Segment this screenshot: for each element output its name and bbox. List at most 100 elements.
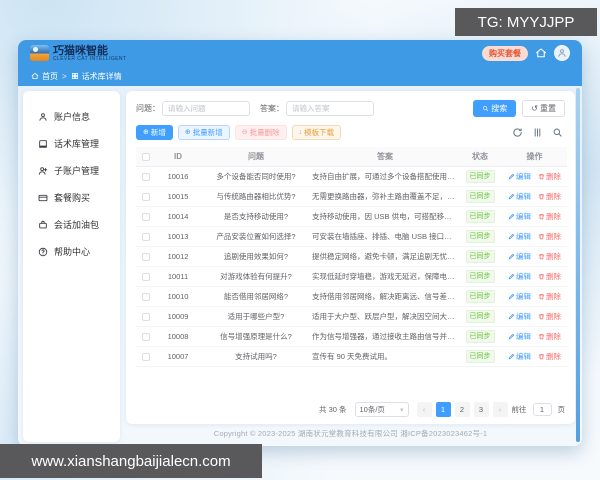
- table-row: 10010 能否借用邻居网络? 支持借用邻居网络，解决距离远、信号差的联... …: [136, 286, 567, 307]
- filter-bar: 问题： 答案： 搜索 ↺ 重置: [136, 100, 565, 117]
- row-checkbox[interactable]: [142, 232, 150, 241]
- row-checkbox[interactable]: [142, 192, 150, 201]
- prev-page-button[interactable]: ‹: [416, 402, 432, 417]
- delete-button[interactable]: 删除: [538, 311, 561, 322]
- page-button-2[interactable]: 2: [454, 402, 470, 417]
- pencil-icon: [508, 233, 515, 239]
- page-button-3[interactable]: 3: [473, 402, 489, 417]
- goto-page-input[interactable]: [532, 403, 552, 416]
- sidebar-item-script-library[interactable]: 话术库管理: [23, 130, 120, 157]
- answer-input[interactable]: [286, 101, 374, 116]
- cell-answer: 无需更换路由器，弥补主路由覆盖不足，即插...: [312, 186, 458, 207]
- row-checkbox[interactable]: [142, 312, 150, 321]
- table-toolbar: ⊕ 新增 ⊕ 批量新增 ⊖ 批量删除 ↓ 模板下载: [136, 125, 565, 140]
- row-checkbox[interactable]: [142, 272, 150, 281]
- minus-icon: ⊖: [241, 129, 248, 136]
- edit-button[interactable]: 编辑: [508, 271, 531, 282]
- cell-id: 10007: [156, 346, 200, 367]
- edit-button[interactable]: 编辑: [508, 171, 531, 182]
- user-icon: [39, 112, 47, 121]
- batch-add-button[interactable]: ⊕ 批量新增: [177, 125, 230, 140]
- edit-button[interactable]: 编辑: [508, 331, 531, 342]
- pencil-icon: [508, 313, 515, 319]
- library-icon: [39, 139, 47, 148]
- sidebar-item-account-info[interactable]: 账户信息: [23, 103, 120, 130]
- table-search-icon[interactable]: [552, 127, 563, 138]
- add-button[interactable]: ⊕ 新增: [136, 125, 173, 140]
- cell-answer: 提供稳定网络，避免卡顿，满足追剧无忧的使...: [312, 246, 458, 267]
- delete-button[interactable]: 删除: [538, 251, 561, 262]
- plus-icon: ⊕: [143, 129, 149, 136]
- template-download-button[interactable]: ↓ 模板下载: [291, 125, 342, 140]
- page-size-select[interactable]: 10条/页 ▾: [354, 402, 409, 417]
- refresh-icon[interactable]: [512, 127, 523, 138]
- table-row: 10014 是否支持移动使用? 支持移动使用，因 USB 供电，可搭配移动电..…: [136, 206, 567, 227]
- trash-icon: [538, 193, 545, 199]
- goto-suffix: 页: [557, 405, 566, 414]
- next-page-button[interactable]: ›: [492, 402, 508, 417]
- select-all-checkbox[interactable]: [142, 152, 150, 161]
- delete-button[interactable]: 删除: [538, 351, 561, 362]
- row-checkbox[interactable]: [142, 292, 150, 301]
- column-settings-icon[interactable]: [532, 127, 543, 138]
- caret-down-icon: ▾: [399, 406, 404, 414]
- delete-button[interactable]: 删除: [538, 271, 561, 282]
- breadcrumb-home-icon: [31, 72, 39, 79]
- brand-name: 巧猫咪智能: [53, 44, 108, 57]
- brand-subtitle: CLEVER CAT INTELLIGENT: [53, 55, 127, 62]
- cell-answer: 支持自由扩展，可通过多个设备搭配使用，全...: [312, 166, 458, 187]
- row-checkbox[interactable]: [142, 172, 150, 181]
- delete-button[interactable]: 删除: [538, 191, 561, 202]
- cell-answer: 适用于大户型、跃层户型，解决因空间大、墙...: [312, 306, 458, 327]
- sidebar: 账户信息 话术库管理 子账户管理 套餐购买 会话加油包 帮助中心: [23, 91, 120, 442]
- sidebar-item-session-pack[interactable]: 会话加油包: [23, 211, 120, 238]
- delete-button[interactable]: 删除: [538, 331, 561, 342]
- edit-button[interactable]: 编辑: [508, 211, 531, 222]
- question-label: 问题：: [136, 104, 160, 113]
- edit-button[interactable]: 编辑: [508, 351, 531, 362]
- home-icon[interactable]: [535, 47, 547, 59]
- briefcase-icon: [39, 220, 47, 228]
- sidebar-item-package-purchase[interactable]: 套餐购买: [23, 184, 120, 211]
- search-button[interactable]: 搜索: [473, 100, 517, 117]
- buy-package-button[interactable]: 购买套餐: [482, 45, 528, 61]
- status-badge: 已同步: [465, 289, 495, 303]
- edit-button[interactable]: 编辑: [508, 291, 531, 302]
- main-panel: 问题： 答案： 搜索 ↺ 重置 ⊕: [126, 91, 575, 424]
- edit-button[interactable]: 编辑: [508, 251, 531, 262]
- total-count: 共 30 条: [318, 405, 347, 414]
- delete-button[interactable]: 删除: [538, 291, 561, 302]
- sidebar-item-label: 套餐购买: [54, 193, 91, 203]
- question-input[interactable]: [162, 101, 250, 116]
- reset-button[interactable]: ↺ 重置: [522, 100, 565, 117]
- edit-button[interactable]: 编辑: [508, 231, 531, 242]
- cell-answer: 宣传有 90 天免费试用。: [312, 346, 458, 367]
- edit-button[interactable]: 编辑: [508, 191, 531, 202]
- delete-button[interactable]: 删除: [538, 211, 561, 222]
- content-area: 账户信息 话术库管理 子账户管理 套餐购买 会话加油包 帮助中心 问题： 请输入…: [18, 86, 582, 446]
- breadcrumb: 首页 > 话术库详情: [18, 66, 582, 86]
- cell-answer: 可安装在墙插座、排插、电脑 USB 接口等位...: [312, 226, 458, 247]
- tg-watermark: TG: MYYJJPP: [455, 8, 597, 36]
- row-checkbox[interactable]: [142, 352, 150, 361]
- row-checkbox[interactable]: [142, 332, 150, 341]
- pencil-icon: [508, 173, 515, 179]
- sidebar-item-help-center[interactable]: 帮助中心: [23, 238, 120, 265]
- cell-id: 10016: [156, 166, 200, 187]
- breadcrumb-home[interactable]: 首页: [42, 71, 58, 82]
- delete-button[interactable]: 删除: [538, 171, 561, 182]
- table-row: 10012 追剧使用效果如何? 提供稳定网络，避免卡顿，满足追剧无忧的使... …: [136, 246, 567, 267]
- page-button-1[interactable]: 1: [435, 402, 451, 417]
- row-checkbox[interactable]: [142, 212, 150, 221]
- edit-button[interactable]: 编辑: [508, 311, 531, 322]
- brand-logo-icon: [30, 45, 49, 61]
- breadcrumb-grid-icon: [71, 72, 78, 80]
- script-table: ID 问题 答案 状态 操作 10016 多个设备能否同时使用? 支持自由扩展，…: [136, 147, 567, 367]
- breadcrumb-separator: >: [62, 71, 67, 81]
- pagination: 共 30 条 10条/页 ▾ ‹ 1 2 3 › 前往 页: [136, 394, 565, 417]
- sidebar-item-sub-accounts[interactable]: 子账户管理: [23, 157, 120, 184]
- row-checkbox[interactable]: [142, 252, 150, 261]
- batch-delete-button[interactable]: ⊖ 批量删除: [234, 125, 287, 140]
- delete-button[interactable]: 删除: [538, 231, 561, 242]
- avatar[interactable]: [554, 45, 570, 61]
